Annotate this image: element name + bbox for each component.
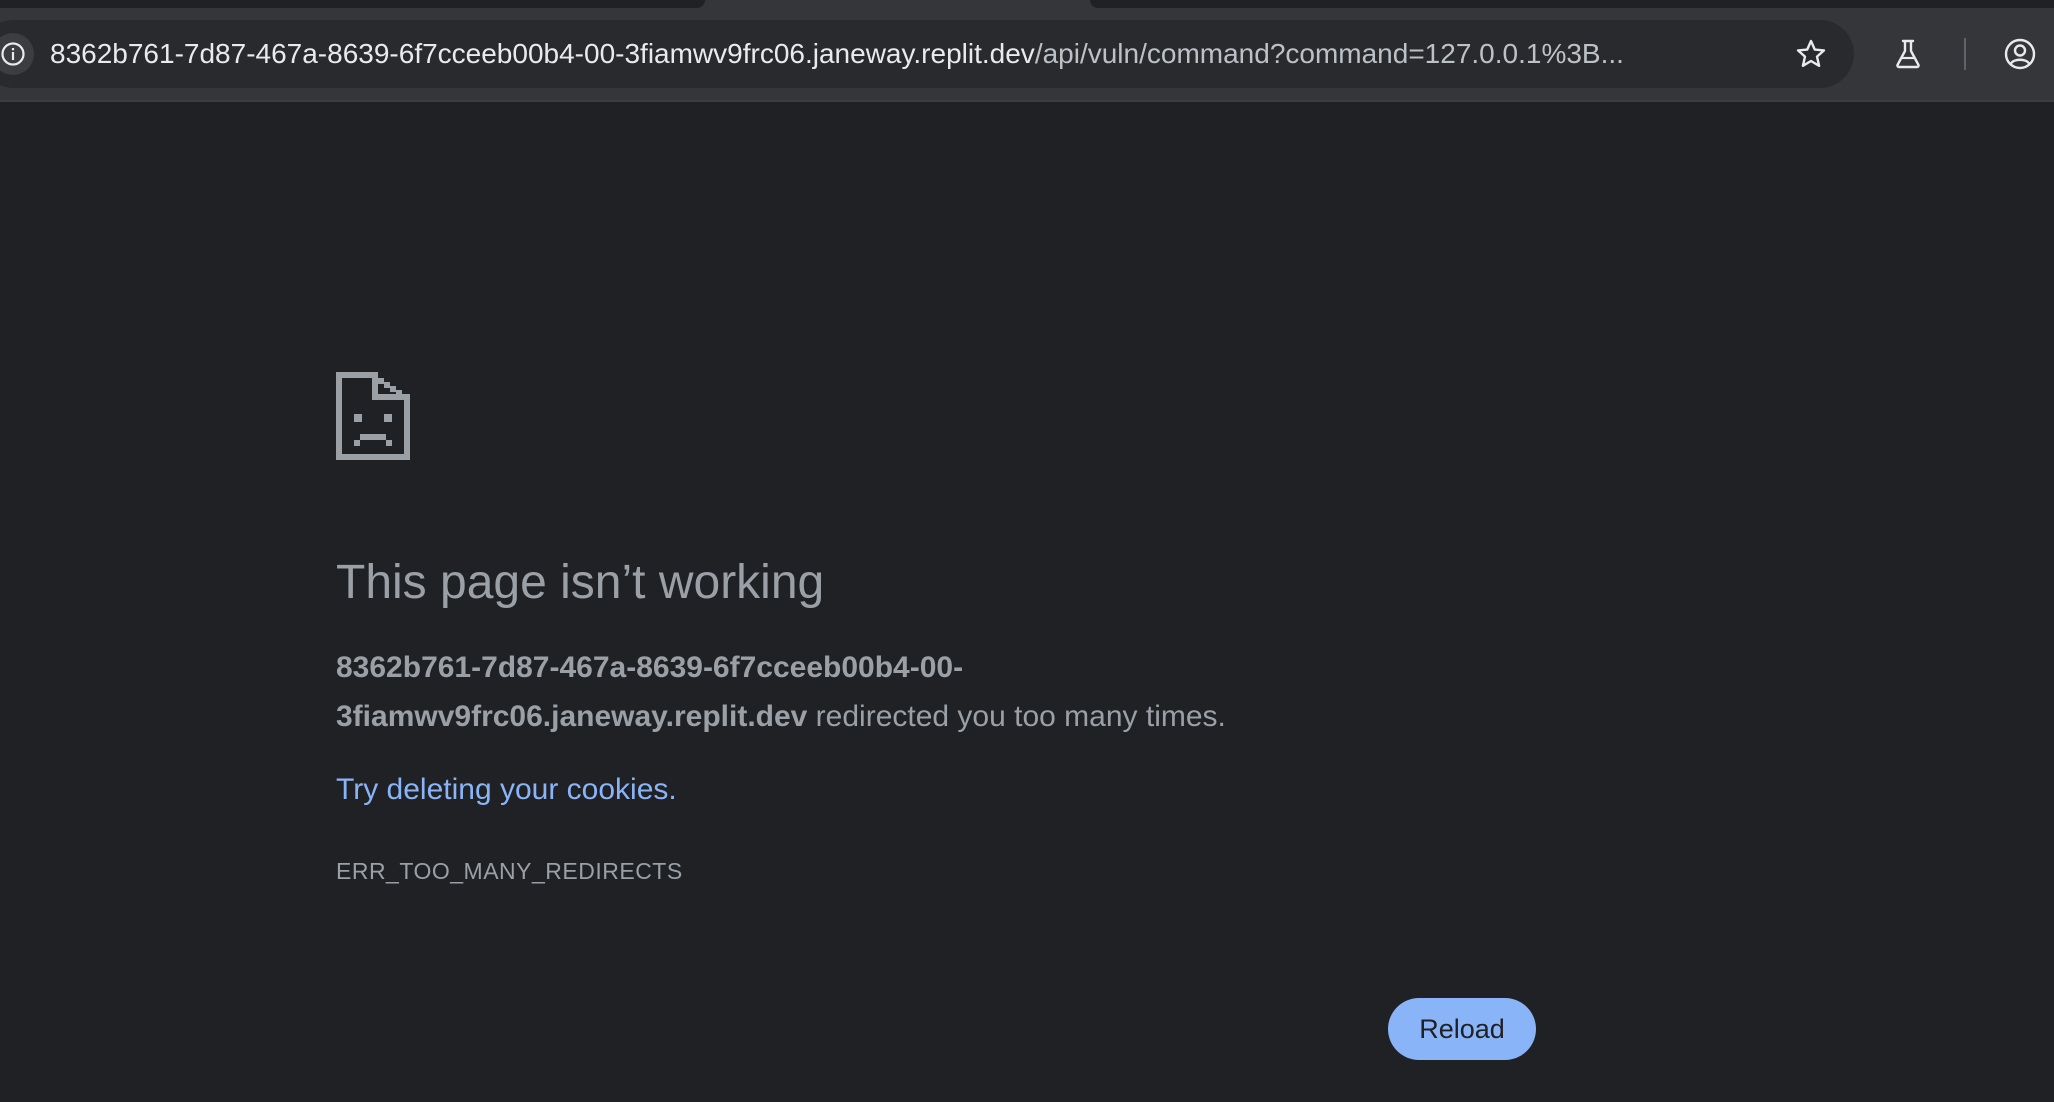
url-text[interactable]: 8362b761-7d87-467a-8639-6f7cceeb00b4-00-… [50,38,1624,70]
flask-icon[interactable] [1887,33,1929,75]
profile-icon[interactable] [1998,32,2042,76]
tab-strip-left [0,0,705,8]
reload-button[interactable]: Reload [1388,998,1536,1060]
tab-strip-right [1090,0,2054,8]
error-host-line1: 8362b761-7d87-467a-8639-6f7cceeb00b4-00- [336,651,964,684]
error-detail: 8362b761-7d87-467a-8639-6f7cceeb00b4-00-… [336,643,1436,741]
error-host-line2: 3fiamwv9frc06.janeway.replit.dev [336,700,808,733]
url-path: /api/vuln/command?command=127.0.0.1%3B..… [1034,38,1624,69]
page-title: This page isn’t working [336,556,825,609]
url-host: 8362b761-7d87-467a-8639-6f7cceeb00b4-00-… [50,38,1035,69]
browser-toolbar: 8362b761-7d87-467a-8639-6f7cceeb00b4-00-… [0,0,2054,100]
sad-page-icon [336,372,410,460]
error-detail-suffix: redirected you too many times. [807,700,1226,733]
content-divider [0,100,2054,102]
delete-cookies-link[interactable]: Try deleting your cookies. [336,773,677,807]
error-code: ERR_TOO_MANY_REDIRECTS [336,858,683,884]
star-icon[interactable] [1790,33,1832,75]
toolbar-separator [1964,38,1966,70]
